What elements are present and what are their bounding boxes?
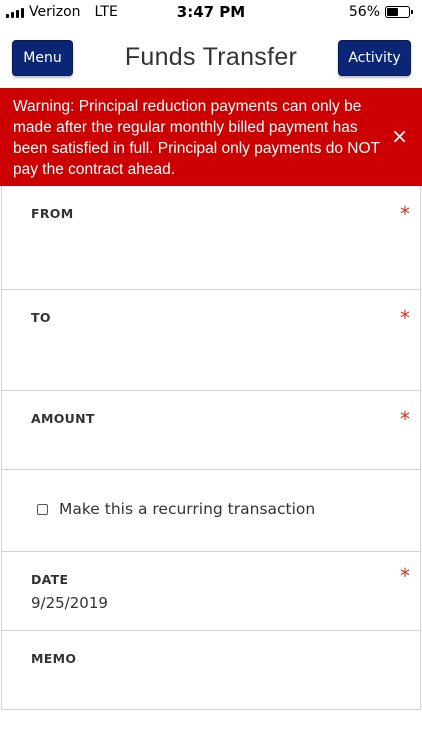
required-icon: *	[400, 564, 410, 588]
required-icon: *	[400, 202, 410, 226]
amount-label: AMOUNT	[31, 411, 95, 426]
battery-percent: 56%	[348, 4, 380, 20]
date-field[interactable]: DATE * 9/25/2019	[1, 552, 421, 631]
required-icon: *	[400, 306, 410, 330]
battery-fill	[387, 8, 399, 16]
date-value[interactable]: 9/25/2019	[31, 594, 108, 612]
from-label: FROM	[31, 206, 74, 221]
to-field[interactable]: TO *	[1, 290, 421, 391]
memo-field[interactable]: MEMO	[1, 631, 421, 710]
warning-banner: Warning: Principal reduction payments ca…	[0, 88, 422, 186]
to-label: TO	[31, 310, 51, 325]
recurring-field: Make this a recurring transaction	[1, 470, 421, 552]
recurring-checkbox[interactable]	[37, 503, 48, 515]
from-field[interactable]: FROM *	[1, 186, 421, 290]
memo-label: MEMO	[31, 651, 77, 666]
recurring-label[interactable]: Make this a recurring transaction	[59, 500, 315, 518]
battery-icon	[385, 6, 413, 18]
amount-field[interactable]: AMOUNT *	[1, 391, 421, 470]
date-label: DATE	[31, 572, 69, 587]
required-icon: *	[400, 407, 410, 431]
recurring-toggle[interactable]: Make this a recurring transaction	[37, 500, 315, 518]
battery-tip	[411, 10, 413, 14]
status-right: 56%	[348, 4, 413, 20]
warning-text: Warning: Principal reduction payments ca…	[13, 98, 380, 178]
transfer-form: FROM * TO * AMOUNT * Make this a recurri…	[0, 186, 422, 710]
close-icon[interactable]: ×	[391, 126, 408, 146]
activity-button[interactable]: Activity	[338, 40, 411, 76]
app-header: Menu Funds Transfer Activity	[0, 24, 422, 88]
status-bar: Verizon LTE 3:47 PM 56%	[0, 0, 422, 24]
